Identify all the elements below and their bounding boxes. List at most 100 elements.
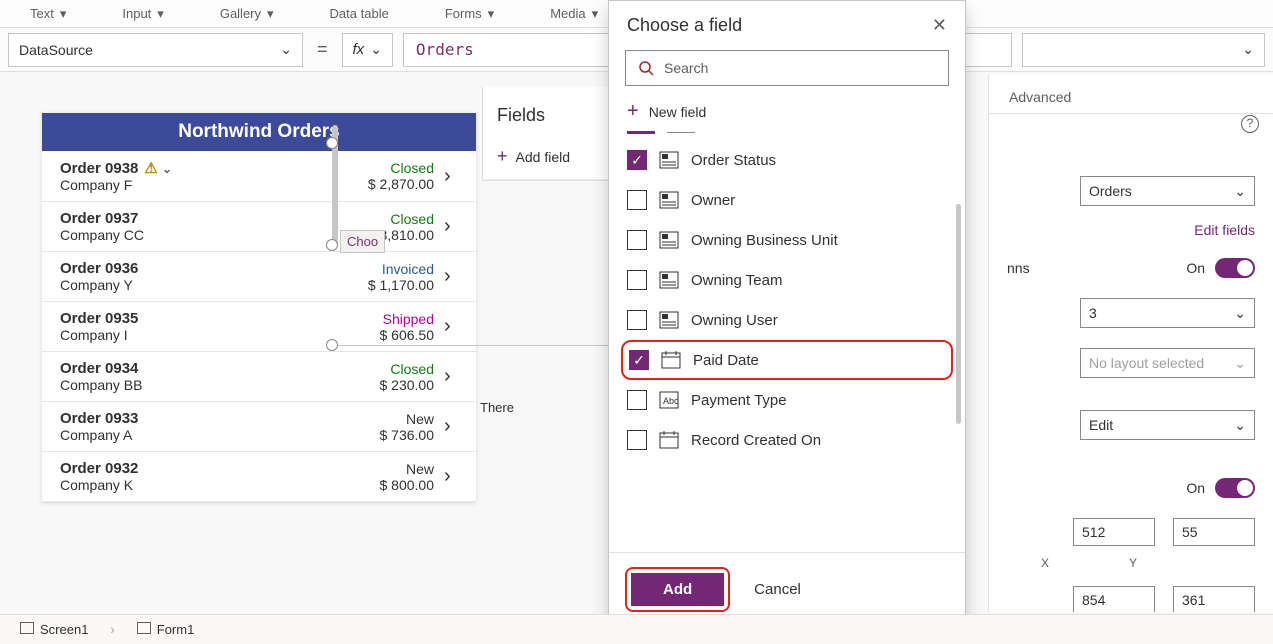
toolbar-input[interactable]: Input ▾ [100,6,163,22]
chevron-right-icon[interactable]: › [444,265,462,288]
screen-icon [20,622,34,634]
order-company: Company I [60,327,334,343]
property-dropdown[interactable]: DataSource ⌄ [8,33,303,67]
order-amount: $ 736.00 [334,427,434,443]
fields-panel-title: Fields [483,87,611,140]
cancel-button[interactable]: Cancel [754,581,801,598]
add-button-highlight: Add [625,567,730,612]
close-icon[interactable]: ✕ [932,15,947,36]
snap-toggle[interactable] [1215,258,1255,278]
format-dropdown[interactable]: ⌄ [1022,33,1265,67]
visible-toggle[interactable] [1215,478,1255,498]
svg-text:Abc: Abc [663,396,679,406]
mode-value: Edit [1089,417,1113,433]
choose-field-title: Choose a field [627,15,742,36]
field-checkbox[interactable] [627,190,647,210]
date-icon [659,431,679,449]
field-checkbox[interactable] [627,270,647,290]
field-item[interactable]: Owning User [609,300,965,340]
field-name: Payment Type [691,392,787,409]
search-placeholder: Search [664,60,708,76]
help-icon[interactable]: ? [1241,115,1259,133]
order-row[interactable]: Order 0936 Company Y Invoiced $ 1,170.00… [42,252,476,302]
field-item[interactable]: Owning Business Unit [609,220,965,260]
layout-placeholder: No layout selected [1089,355,1204,371]
field-checkbox[interactable] [627,430,647,450]
field-item[interactable]: ✓Paid Date [621,340,953,380]
chevron-right-icon[interactable]: › [444,365,462,388]
default-mode-dropdown[interactable]: Edit ⌄ [1080,410,1255,440]
columns-label: nns [1007,260,1030,276]
order-row[interactable]: Order 0938⚠ ⌄ Company F Closed $ 2,870.0… [42,151,476,202]
choose-field-popup: Choose a field ✕ Search + New field ✓Ord… [608,0,966,627]
order-amount: $ 606.50 [334,327,434,343]
field-checkbox[interactable]: ✓ [629,350,649,370]
equals-sign: = [313,39,332,60]
toolbar-text[interactable]: Text ▾ [8,6,66,22]
columns-value: 3 [1089,305,1097,321]
size-h-input[interactable]: 361 [1173,586,1255,612]
order-company: Company K [60,477,334,493]
order-row[interactable]: Order 0932 Company K New $ 800.00 › [42,452,476,502]
order-status: Shipped [334,311,434,327]
data-source-dropdown[interactable]: Orders ⌄ [1080,176,1255,206]
edit-fields-link[interactable]: Edit fields [989,216,1273,248]
resize-handle[interactable] [326,239,338,251]
columns-dropdown[interactable]: 3 ⌄ [1080,298,1255,328]
field-item[interactable]: Record Created On [609,420,965,460]
fields-panel: Fields + Add field [482,87,612,181]
form-icon [137,622,151,634]
field-item[interactable]: Owner [609,180,965,220]
field-checkbox[interactable]: ✓ [627,150,647,170]
field-name: Owning User [691,312,778,329]
gallery-card[interactable]: Northwind Orders Order 0938⚠ ⌄ Company F… [42,113,476,502]
toolbar-data-table[interactable]: Data table [308,6,389,22]
field-checkbox[interactable] [627,390,647,410]
add-button[interactable]: Add [631,573,724,606]
tab-advanced[interactable]: Advanced [1009,89,1071,105]
order-company: Company Y [60,277,334,293]
order-amount: $ 800.00 [334,477,434,493]
date-icon [661,351,681,369]
field-item[interactable]: ✓Order Status [609,140,965,180]
field-checkbox[interactable] [627,230,647,250]
layout-dropdown[interactable]: No layout selected ⌄ [1080,348,1255,378]
nav-screen[interactable]: Screen1 [20,622,88,637]
data-source-value: Orders [1089,183,1132,199]
chevron-right-icon[interactable]: › [444,465,462,488]
field-checkbox[interactable] [627,310,647,330]
chevron-right-icon[interactable]: › [444,165,462,188]
order-row[interactable]: Order 0933 Company A New $ 736.00 › [42,402,476,452]
field-search-input[interactable]: Search [625,50,949,86]
resize-handle[interactable] [326,339,338,351]
order-row[interactable]: Order 0934 Company BB Closed $ 230.00 › [42,352,476,402]
fx-button[interactable]: fx ⌄ [342,33,393,67]
size-w-input[interactable]: 854 [1073,586,1155,612]
chevron-right-icon[interactable]: › [444,215,462,238]
chevron-right-icon[interactable]: › [444,315,462,338]
order-row[interactable]: Order 0937 Company CC Closed $ 3,810.00 … [42,202,476,252]
field-item[interactable]: Abc Payment Type [609,380,965,420]
field-item[interactable]: Owning Team [609,260,965,300]
chevron-down-icon: ⌄ [1234,183,1246,200]
toolbar-media[interactable]: Media ▾ [528,6,598,22]
position-y-input[interactable]: 55 [1173,518,1255,546]
on-label: On [1186,480,1205,496]
order-id: Order 0937 [60,210,334,227]
tab-separator [609,129,965,140]
position-x-input[interactable]: 512 [1073,518,1155,546]
new-field-button[interactable]: + New field [609,96,965,129]
order-company: Company CC [60,227,334,243]
add-field-button[interactable]: + Add field [483,140,611,180]
text-icon [8,6,24,22]
order-id: Order 0934 [60,360,334,377]
nav-form[interactable]: Form1 [137,622,195,637]
text-icon: Abc [659,391,679,409]
field-list-scrollbar[interactable] [956,204,961,424]
resize-handle[interactable] [326,137,338,149]
label-x: X [1041,556,1049,570]
toolbar-forms[interactable]: Forms ▾ [423,6,494,22]
order-company: Company BB [60,377,334,393]
toolbar-gallery[interactable]: Gallery ▾ [198,6,274,22]
chevron-right-icon[interactable]: › [444,415,462,438]
